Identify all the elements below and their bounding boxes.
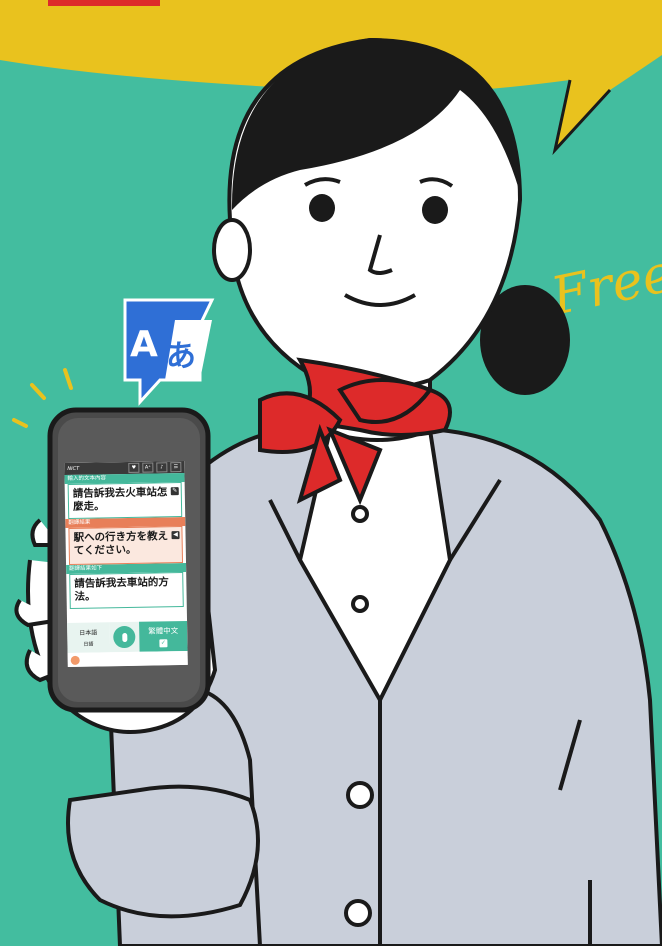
favorite-icon[interactable]: ♥ xyxy=(128,462,140,473)
button-3 xyxy=(346,781,374,809)
translator-app: NICT ♥ A⁺ ♪ ☰ 輸入的文本內容 請告訴我去火車站怎麼走。 ✎ 翻譯結… xyxy=(64,460,188,668)
menu-icon[interactable]: ☰ xyxy=(170,462,182,473)
button-1 xyxy=(351,505,369,523)
svg-text:あ: あ xyxy=(166,339,196,374)
globe-icon[interactable] xyxy=(70,655,80,665)
button-2 xyxy=(351,595,369,613)
left-ear xyxy=(212,218,252,282)
button-4 xyxy=(344,899,372,927)
audio-icon[interactable]: ♪ xyxy=(156,462,168,473)
speaker-icon[interactable]: ◀ xyxy=(171,531,180,540)
toolbar-icons: ♥ A⁺ ♪ ☰ xyxy=(128,462,182,473)
font-size-icon[interactable]: A⁺ xyxy=(142,462,154,473)
result-text: 駅への行き方を教えてください。 ◀ xyxy=(68,526,184,565)
app-footer xyxy=(67,650,188,668)
back-translation-text: 請告訴我去車站的方法。 xyxy=(69,572,184,609)
input-text[interactable]: 請告訴我去火車站怎麼走。 ✎ xyxy=(67,482,183,520)
check-icon: ✓ xyxy=(159,639,168,648)
bubble-red-bar xyxy=(48,0,160,6)
source-language-button[interactable]: 日本語 日語 xyxy=(67,622,110,654)
right-eye xyxy=(422,196,448,224)
app-logo: NICT xyxy=(67,465,80,473)
microphone-button[interactable] xyxy=(109,621,140,653)
svg-text:A: A xyxy=(130,324,158,365)
language-bar: 日本語 日語 繁體中文 ✓ xyxy=(67,620,188,654)
phone-screen: NICT ♥ A⁺ ♪ ☰ 輸入的文本內容 請告訴我去火車站怎麼走。 ✎ 翻譯結… xyxy=(64,460,188,668)
target-language-button[interactable]: 繁體中文 ✓ xyxy=(139,620,188,652)
left-eye xyxy=(309,194,335,222)
microphone-icon xyxy=(113,625,136,649)
edit-icon[interactable]: ✎ xyxy=(170,487,179,496)
